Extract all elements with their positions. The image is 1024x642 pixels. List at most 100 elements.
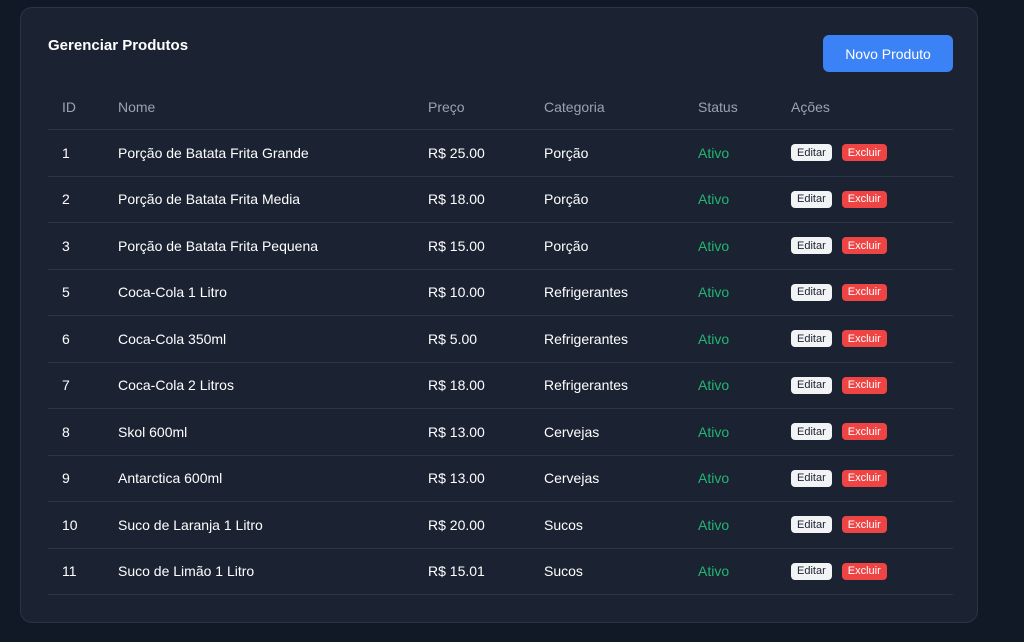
delete-button[interactable]: Excluir [841, 469, 887, 487]
table-row: 6 Coca-Cola 350ml R$ 5.00 Refrigerantes … [48, 316, 953, 363]
cell-name: Coca-Cola 2 Litros [118, 377, 234, 394]
cell-status: Ativo [698, 377, 730, 394]
cell-price: R$ 15.01 [428, 563, 485, 580]
cell-actions: Editar Excluir [791, 409, 887, 455]
cell-category: Refrigerantes [544, 377, 629, 394]
delete-button[interactable]: Excluir [841, 144, 887, 162]
cell-name: Porção de Batata Frita Media [118, 191, 301, 208]
cell-actions: Editar Excluir [791, 223, 887, 269]
table-header: ID Nome Preço Categoria Status Ações [48, 85, 953, 130]
edit-button[interactable]: Editar [791, 516, 832, 534]
cell-name: Coca-Cola 350ml [118, 330, 227, 347]
cell-id: 5 [62, 284, 70, 301]
edit-button[interactable]: Editar [791, 423, 832, 441]
cell-category: Cervejas [544, 470, 600, 487]
cell-category: Refrigerantes [544, 284, 629, 301]
delete-button[interactable]: Excluir [841, 562, 887, 580]
table-row: 8 Skol 600ml R$ 13.00 Cervejas Ativo Edi… [48, 409, 953, 456]
delete-button[interactable]: Excluir [841, 376, 887, 394]
cell-id: 2 [62, 191, 70, 208]
header-status: Status [698, 99, 738, 115]
header-id: ID [62, 99, 76, 115]
edit-button[interactable]: Editar [791, 330, 832, 348]
cell-name: Suco de Laranja 1 Litro [118, 516, 263, 533]
page: Gerenciar Produtos Novo Produto ID Nome … [0, 0, 1024, 642]
cell-category: Sucos [544, 516, 583, 533]
cell-id: 3 [62, 237, 70, 254]
cell-status: Ativo [698, 516, 730, 533]
cell-price: R$ 20.00 [428, 516, 485, 533]
table-row: 11 Suco de Limão 1 Litro R$ 15.01 Sucos … [48, 549, 953, 595]
cell-price: R$ 10.00 [428, 284, 485, 301]
cell-status: Ativo [698, 237, 730, 254]
cell-category: Refrigerantes [544, 330, 629, 347]
header-name: Nome [118, 99, 156, 115]
edit-button[interactable]: Editar [791, 376, 832, 394]
cell-category: Cervejas [544, 423, 600, 440]
cell-price: R$ 18.00 [428, 191, 485, 208]
delete-button[interactable]: Excluir [841, 423, 887, 441]
edit-button[interactable]: Editar [791, 190, 832, 208]
table-row: 10 Suco de Laranja 1 Litro R$ 20.00 Suco… [48, 502, 953, 549]
cell-price: R$ 13.00 [428, 470, 485, 487]
table-row: 3 Porção de Batata Frita Pequena R$ 15.0… [48, 223, 953, 270]
page-title: Gerenciar Produtos [48, 37, 189, 54]
cell-name: Porção de Batata Frita Pequena [118, 237, 319, 254]
cell-actions: Editar Excluir [791, 177, 887, 223]
delete-button[interactable]: Excluir [841, 330, 887, 348]
products-table: ID Nome Preço Categoria Status Ações 1 P… [48, 85, 953, 595]
table-row: 1 Porção de Batata Frita Grande R$ 25.00… [48, 130, 953, 177]
edit-button[interactable]: Editar [791, 144, 832, 162]
cell-id: 1 [62, 144, 70, 161]
delete-button[interactable]: Excluir [841, 283, 887, 301]
edit-button[interactable]: Editar [791, 562, 832, 580]
delete-button[interactable]: Excluir [841, 237, 887, 255]
cell-actions: Editar Excluir [791, 549, 887, 595]
cell-status: Ativo [698, 144, 730, 161]
products-card: Gerenciar Produtos Novo Produto ID Nome … [20, 7, 978, 623]
cell-id: 11 [62, 563, 77, 580]
cell-status: Ativo [698, 284, 730, 301]
cell-status: Ativo [698, 330, 730, 347]
cell-status: Ativo [698, 423, 730, 440]
cell-status: Ativo [698, 470, 730, 487]
cell-actions: Editar Excluir [791, 363, 887, 409]
cell-category: Porção [544, 191, 589, 208]
cell-actions: Editar Excluir [791, 270, 887, 316]
header-actions: Ações [791, 99, 830, 115]
table-row: 7 Coca-Cola 2 Litros R$ 18.00 Refrigeran… [48, 363, 953, 409]
table-row: 9 Antarctica 600ml R$ 13.00 Cervejas Ati… [48, 456, 953, 502]
cell-price: R$ 5.00 [428, 330, 478, 347]
cell-name: Porção de Batata Frita Grande [118, 144, 309, 161]
cell-name: Skol 600ml [118, 423, 188, 440]
edit-button[interactable]: Editar [791, 469, 832, 487]
cell-id: 10 [62, 516, 78, 533]
cell-actions: Editar Excluir [791, 456, 887, 502]
cell-category: Sucos [544, 563, 583, 580]
cell-price: R$ 15.00 [428, 237, 485, 254]
cell-price: R$ 18.00 [428, 377, 485, 394]
delete-button[interactable]: Excluir [841, 190, 887, 208]
cell-actions: Editar Excluir [791, 130, 887, 176]
table-row: 5 Coca-Cola 1 Litro R$ 10.00 Refrigerant… [48, 270, 953, 316]
cell-price: R$ 13.00 [428, 423, 485, 440]
cell-name: Coca-Cola 1 Litro [118, 284, 227, 301]
cell-status: Ativo [698, 563, 730, 580]
cell-price: R$ 25.00 [428, 144, 485, 161]
cell-id: 6 [62, 330, 70, 347]
cell-id: 7 [62, 377, 70, 394]
header-category: Categoria [544, 99, 605, 115]
new-product-button[interactable]: Novo Produto [823, 35, 953, 72]
header-price: Preço [428, 99, 465, 115]
cell-category: Porção [544, 144, 589, 161]
delete-button[interactable]: Excluir [841, 516, 887, 534]
cell-actions: Editar Excluir [791, 316, 887, 362]
table-row: 2 Porção de Batata Frita Media R$ 18.00 … [48, 177, 953, 223]
cell-category: Porção [544, 237, 589, 254]
cell-id: 8 [62, 423, 70, 440]
cell-status: Ativo [698, 191, 730, 208]
edit-button[interactable]: Editar [791, 237, 832, 255]
cell-name: Antarctica 600ml [118, 470, 223, 487]
cell-name: Suco de Limão 1 Litro [118, 563, 255, 580]
edit-button[interactable]: Editar [791, 283, 832, 301]
